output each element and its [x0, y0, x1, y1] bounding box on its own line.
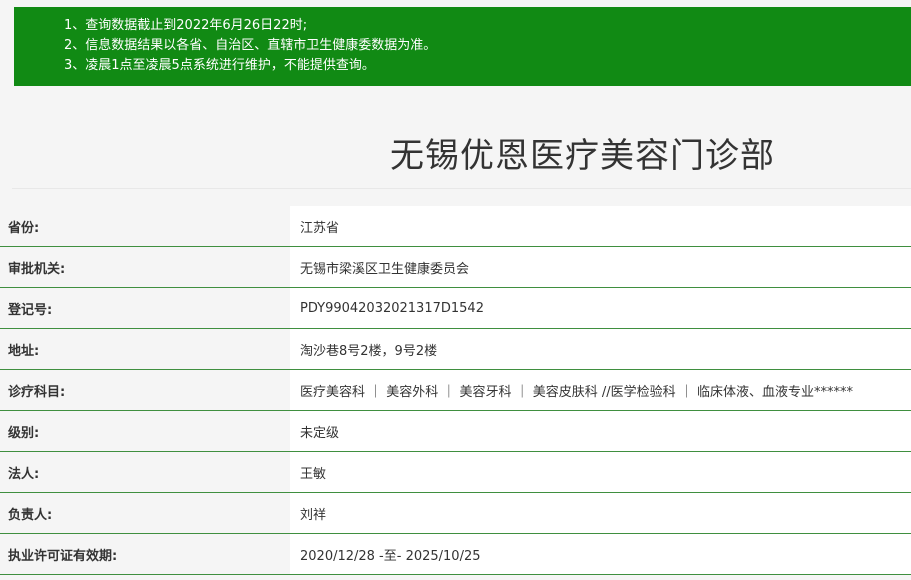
- page-title: 无锡优恩医疗美容门诊部: [390, 136, 775, 176]
- table-row-province: 省份: 江苏省: [0, 206, 911, 247]
- notice-line-2: 2、信息数据结果以各省、自治区、直辖市卫生健康委数据为准。: [64, 38, 437, 53]
- info-table: 省份: 江苏省 审批机关: 无锡市梁溪区卫生健康委员会 登记号: PDY9904…: [0, 206, 911, 575]
- row-value: 王敏: [290, 452, 911, 492]
- table-row-approval-authority: 审批机关: 无锡市梁溪区卫生健康委员会: [0, 247, 911, 288]
- title-divider: [12, 188, 911, 189]
- table-row-departments: 诊疗科目: 医疗美容科 ｜ 美容外科 ｜ 美容牙科 ｜ 美容皮肤科 //医学检验…: [0, 370, 911, 411]
- row-label: 级别:: [0, 411, 290, 451]
- notice-banner: 1、查询数据截止到2022年6月26日22时; 2、信息数据结果以各省、自治区、…: [14, 7, 911, 86]
- row-value: 淘沙巷8号2楼，9号2楼: [290, 329, 911, 369]
- row-label: 负责人:: [0, 493, 290, 533]
- row-value: 未定级: [290, 411, 911, 451]
- row-value: 医疗美容科 ｜ 美容外科 ｜ 美容牙科 ｜ 美容皮肤科 //医学检验科 ｜ 临床…: [290, 370, 911, 410]
- table-row-license-validity: 执业许可证有效期: 2020/12/28 -至- 2025/10/25: [0, 534, 911, 575]
- notice-line-3: 3、凌晨1点至凌晨5点系统进行维护，不能提供查询。: [64, 58, 375, 73]
- row-value: 刘祥: [290, 493, 911, 533]
- table-row-level: 级别: 未定级: [0, 411, 911, 452]
- row-label: 审批机关:: [0, 247, 290, 287]
- table-row-address: 地址: 淘沙巷8号2楼，9号2楼: [0, 329, 911, 370]
- table-row-legal-person: 法人: 王敏: [0, 452, 911, 493]
- row-label: 执业许可证有效期:: [0, 534, 290, 574]
- row-value: 无锡市梁溪区卫生健康委员会: [290, 247, 911, 287]
- row-value: PDY99042032021317D1542: [290, 288, 911, 328]
- table-row-registration-number: 登记号: PDY99042032021317D1542: [0, 288, 911, 329]
- row-label: 省份:: [0, 206, 290, 246]
- row-label: 法人:: [0, 452, 290, 492]
- row-label: 地址:: [0, 329, 290, 369]
- row-label: 登记号:: [0, 288, 290, 328]
- notice-line-1: 1、查询数据截止到2022年6月26日22时;: [64, 18, 308, 33]
- row-label: 诊疗科目:: [0, 370, 290, 410]
- table-row-person-in-charge: 负责人: 刘祥: [0, 493, 911, 534]
- row-value: 2020/12/28 -至- 2025/10/25: [290, 534, 911, 574]
- row-value: 江苏省: [290, 206, 911, 246]
